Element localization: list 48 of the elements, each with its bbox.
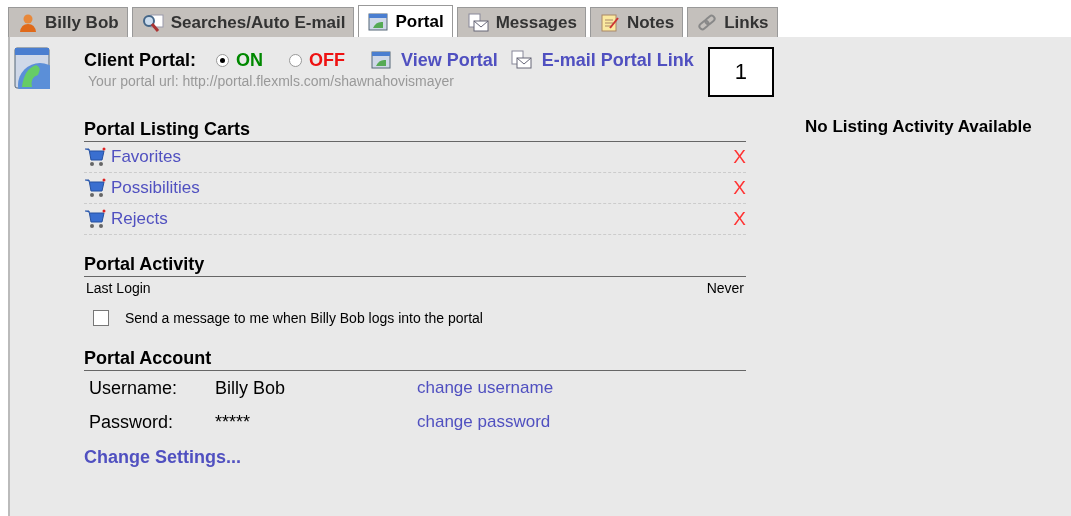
email-portal-link[interactable]: E-mail Portal Link <box>541 49 694 71</box>
field-label: Username: <box>89 377 179 399</box>
change-settings-link[interactable]: Change Settings... <box>84 447 746 468</box>
field-label: Password: <box>89 411 175 433</box>
cart-icon <box>84 147 106 167</box>
field-value: ***** <box>215 411 252 433</box>
envelope-icon <box>466 12 489 33</box>
cart-link[interactable]: Possibilities <box>111 178 200 198</box>
radio-label: ON <box>236 49 263 71</box>
checkbox[interactable] <box>93 310 109 326</box>
callout-number: 1 <box>707 47 774 97</box>
browser-window-icon <box>371 50 391 70</box>
listing-activity-message: No Listing Activity Available <box>805 117 1032 138</box>
client-portal-label: Client Portal: <box>84 49 196 71</box>
checkbox-label: Send a message to me when Billy Bob logs into the portal <box>125 310 483 326</box>
tab[interactable]: Links <box>687 7 778 37</box>
view-portal-link[interactable]: View Portal <box>401 49 498 71</box>
radio-button[interactable] <box>289 53 302 67</box>
remove-link[interactable]: X <box>733 146 746 168</box>
cart-link[interactable]: Favorites <box>111 147 181 167</box>
last-login-label: Last Login <box>86 280 151 296</box>
section-heading: Portal Account <box>84 348 746 371</box>
section-heading: Portal Listing Carts <box>84 119 746 142</box>
tab[interactable]: Messages <box>456 7 586 37</box>
chain-link-icon <box>697 12 718 33</box>
remove-link[interactable]: X <box>733 177 746 199</box>
radio-button[interactable] <box>216 53 229 67</box>
notepad-icon <box>599 12 620 33</box>
last-login-value: Never <box>706 280 744 296</box>
envelope-icon <box>509 50 532 70</box>
search-icon <box>141 12 164 33</box>
browser-window-icon <box>368 11 389 32</box>
remove-link[interactable]: X <box>733 208 746 230</box>
portal-url-text: Your portal url: http://portal.flexmls.com/shawnahovismayer <box>88 73 455 89</box>
tab[interactable]: Searches/Auto E-mail <box>131 7 355 37</box>
change-link[interactable]: change password <box>417 412 551 432</box>
cart-icon <box>84 209 106 229</box>
cart-link[interactable]: Rejects <box>111 209 168 229</box>
tab[interactable]: Portal <box>358 5 453 37</box>
section-heading: Portal Activity <box>84 254 746 277</box>
person-icon <box>18 12 38 33</box>
cart-icon <box>84 178 106 198</box>
tab[interactable]: Billy Bob <box>8 7 128 37</box>
change-link[interactable]: change username <box>417 378 554 398</box>
browser-globe-icon <box>14 47 50 89</box>
radio-label: OFF <box>309 49 345 71</box>
field-value: Billy Bob <box>215 377 287 399</box>
tab[interactable]: Notes <box>589 7 684 37</box>
